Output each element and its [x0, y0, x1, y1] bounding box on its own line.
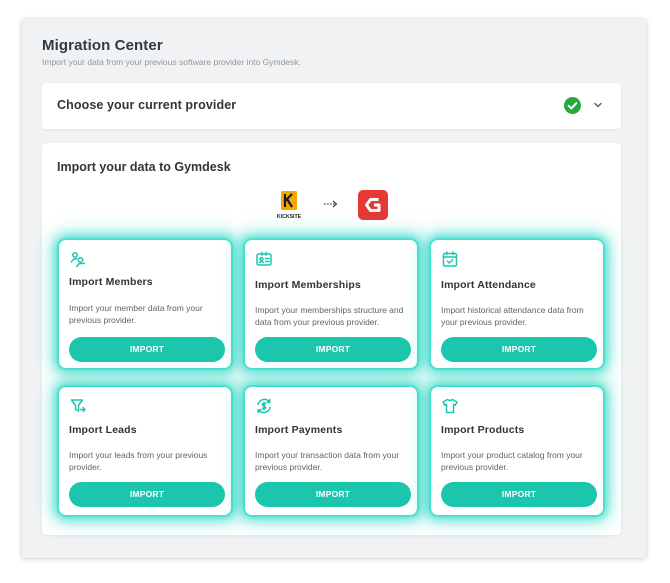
tile-description: Import your leads from your previous pro…: [69, 450, 208, 472]
members-icon: [70, 252, 86, 268]
payments-icon: [257, 398, 271, 414]
page-subtitle: Import your data from your previous soft…: [42, 57, 301, 67]
tile-title: Import Products: [441, 424, 525, 436]
kicksite-logo: KICKSITE: [277, 191, 302, 220]
import-payments-button[interactable]: IMPORT: [255, 482, 411, 507]
import-leads-tile: Import Leads Import your leads from your…: [59, 387, 231, 515]
import-memberships-button[interactable]: IMPORT: [255, 337, 411, 362]
svg-text:KICKSITE: KICKSITE: [277, 214, 302, 220]
tile-description: Import your memberships structure and da…: [255, 305, 404, 327]
import-products-tile: Import Products Import your product cata…: [431, 387, 603, 515]
provider-selector[interactable]: Choose your current provider: [42, 83, 621, 129]
filter-leads-icon: [70, 399, 86, 413]
tile-description: Import your product catalog from your pr…: [441, 450, 583, 472]
gymdesk-logo: [358, 190, 388, 220]
migration-center-panel: Migration Center Import your data from y…: [22, 19, 646, 558]
import-members-tile: Import Members Import your member data f…: [59, 240, 231, 368]
tile-title: Import Payments: [255, 424, 343, 436]
tile-title: Import Memberships: [255, 279, 361, 291]
import-leads-button[interactable]: IMPORT: [69, 482, 225, 507]
page-title: Migration Center: [42, 37, 163, 54]
check-circle-icon: [564, 97, 581, 114]
import-members-button[interactable]: IMPORT: [69, 337, 225, 362]
import-section: Import your data to Gymdesk KICKSITE Imp…: [42, 143, 621, 535]
import-attendance-tile: Import Attendance Import historical atte…: [431, 240, 603, 368]
provider-label: Choose your current provider: [57, 98, 237, 112]
tile-title: Import Members: [69, 276, 153, 288]
dashed-arrow-right-icon: [324, 200, 338, 208]
tile-description: Import your member data from your previo…: [69, 303, 203, 325]
shirt-icon: [442, 398, 458, 414]
import-section-title: Import your data to Gymdesk: [57, 160, 231, 174]
tile-description: Import your transaction data from your p…: [255, 450, 400, 472]
tile-title: Import Leads: [69, 424, 137, 436]
chevron-down-icon[interactable]: [593, 100, 603, 110]
membership-card-icon: [256, 251, 272, 266]
tile-title: Import Attendance: [441, 279, 536, 291]
import-attendance-button[interactable]: IMPORT: [441, 337, 597, 362]
import-products-button[interactable]: IMPORT: [441, 482, 597, 507]
tile-description: Import historical attendance data from y…: [441, 305, 584, 327]
import-memberships-tile: Import Memberships Import your membershi…: [245, 240, 417, 368]
calendar-check-icon: [442, 251, 458, 267]
import-payments-tile: Import Payments Import your transaction …: [245, 387, 417, 515]
